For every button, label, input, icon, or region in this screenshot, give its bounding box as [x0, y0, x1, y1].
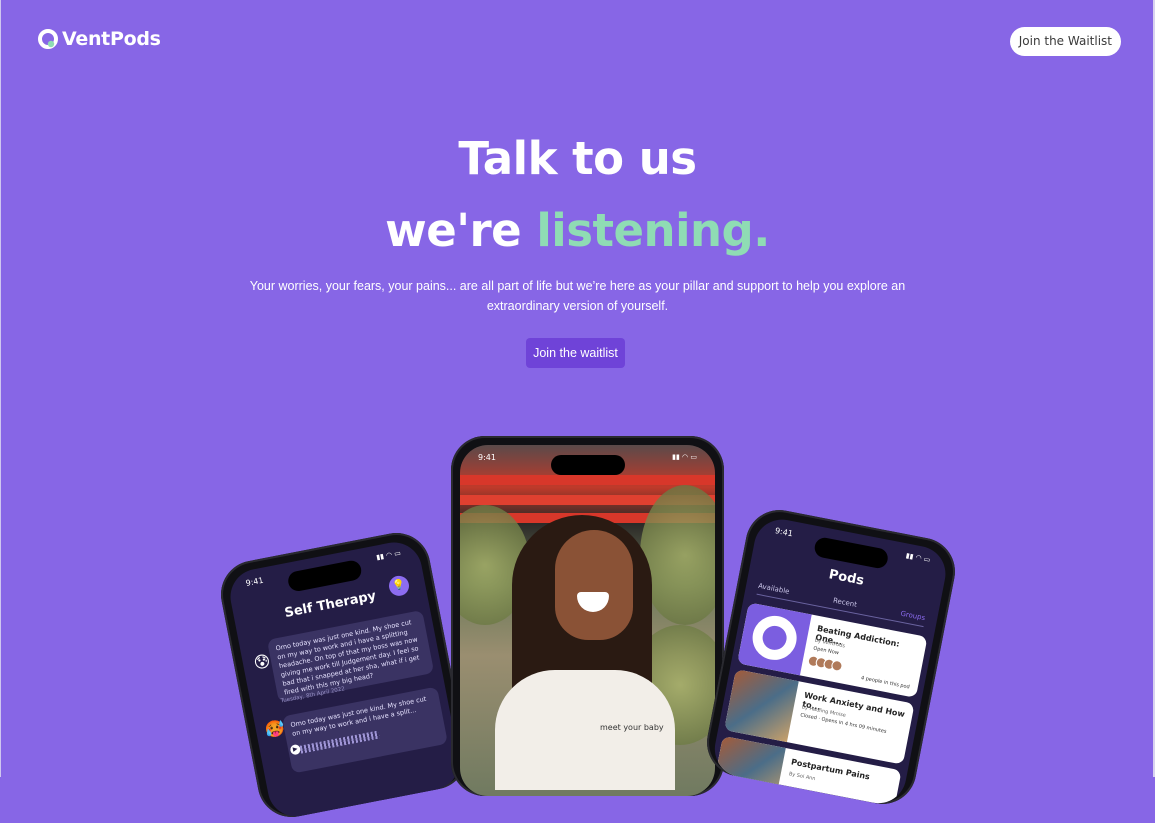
brand-name: VentPods: [62, 28, 161, 50]
tab-groups[interactable]: Groups: [900, 610, 926, 623]
phone-screen: 9:41 ▮▮ ◠ ▭ Self Therapy 💡 😰 Omo today w…: [225, 537, 465, 822]
hero-title-plain: we're: [385, 204, 537, 257]
hero-title-line1: Talk to us: [458, 132, 697, 185]
photo-stripe: [460, 475, 715, 485]
brand-logo[interactable]: VentPods: [38, 28, 161, 50]
hero-subtitle: Your worries, your fears, your pains... …: [249, 279, 906, 313]
status-icons: ▮▮ ◠ ▭: [672, 453, 697, 461]
pod-thumbnail: [724, 669, 799, 743]
phone-screen: 9:41 ▮▮ ◠ ▭ Pods Available Recent Groups…: [710, 514, 951, 809]
hero-title-accent: listening.: [536, 204, 770, 257]
status-time: 9:41: [244, 575, 265, 588]
ventpods-logo-icon: [38, 29, 58, 49]
hero-title-line2: we're listening.: [0, 204, 1155, 257]
join-waitlist-cta-button[interactable]: Join the waitlist: [526, 338, 625, 368]
status-icons: ▮▮ ◠ ▭: [905, 551, 932, 565]
shirt-text: meet your baby: [600, 723, 664, 732]
message-bubble[interactable]: Omo today was just one kind. My shoe cut…: [266, 609, 435, 703]
status-icons: ▮▮ ◠ ▭: [375, 549, 402, 562]
phone-screen: meet your baby 9:41 ▮▮ ◠ ▭: [460, 445, 715, 796]
phone-self-therapy: 9:41 ▮▮ ◠ ▭ Self Therapy 💡 😰 Omo today w…: [215, 527, 473, 823]
dynamic-island: [550, 455, 625, 475]
pod-thumbnail: [711, 735, 786, 809]
status-time: 9:41: [478, 453, 496, 462]
pod-thumbnail: [737, 602, 812, 676]
phone-hero-photo: meet your baby 9:41 ▮▮ ◠ ▭: [451, 436, 724, 796]
join-waitlist-nav-button[interactable]: Join the Waitlist: [1009, 27, 1121, 56]
person-face: [555, 530, 633, 640]
tab-available[interactable]: Available: [757, 582, 790, 596]
dynamic-island: [812, 536, 890, 570]
status-time: 9:41: [774, 526, 794, 539]
pod-member-count: 4 people in this pod: [860, 675, 911, 691]
phone-pods: 9:41 ▮▮ ◠ ▭ Pods Available Recent Groups…: [701, 504, 961, 810]
member-avatars: [806, 654, 844, 673]
tab-recent[interactable]: Recent: [832, 596, 857, 608]
dynamic-island: [286, 558, 363, 593]
